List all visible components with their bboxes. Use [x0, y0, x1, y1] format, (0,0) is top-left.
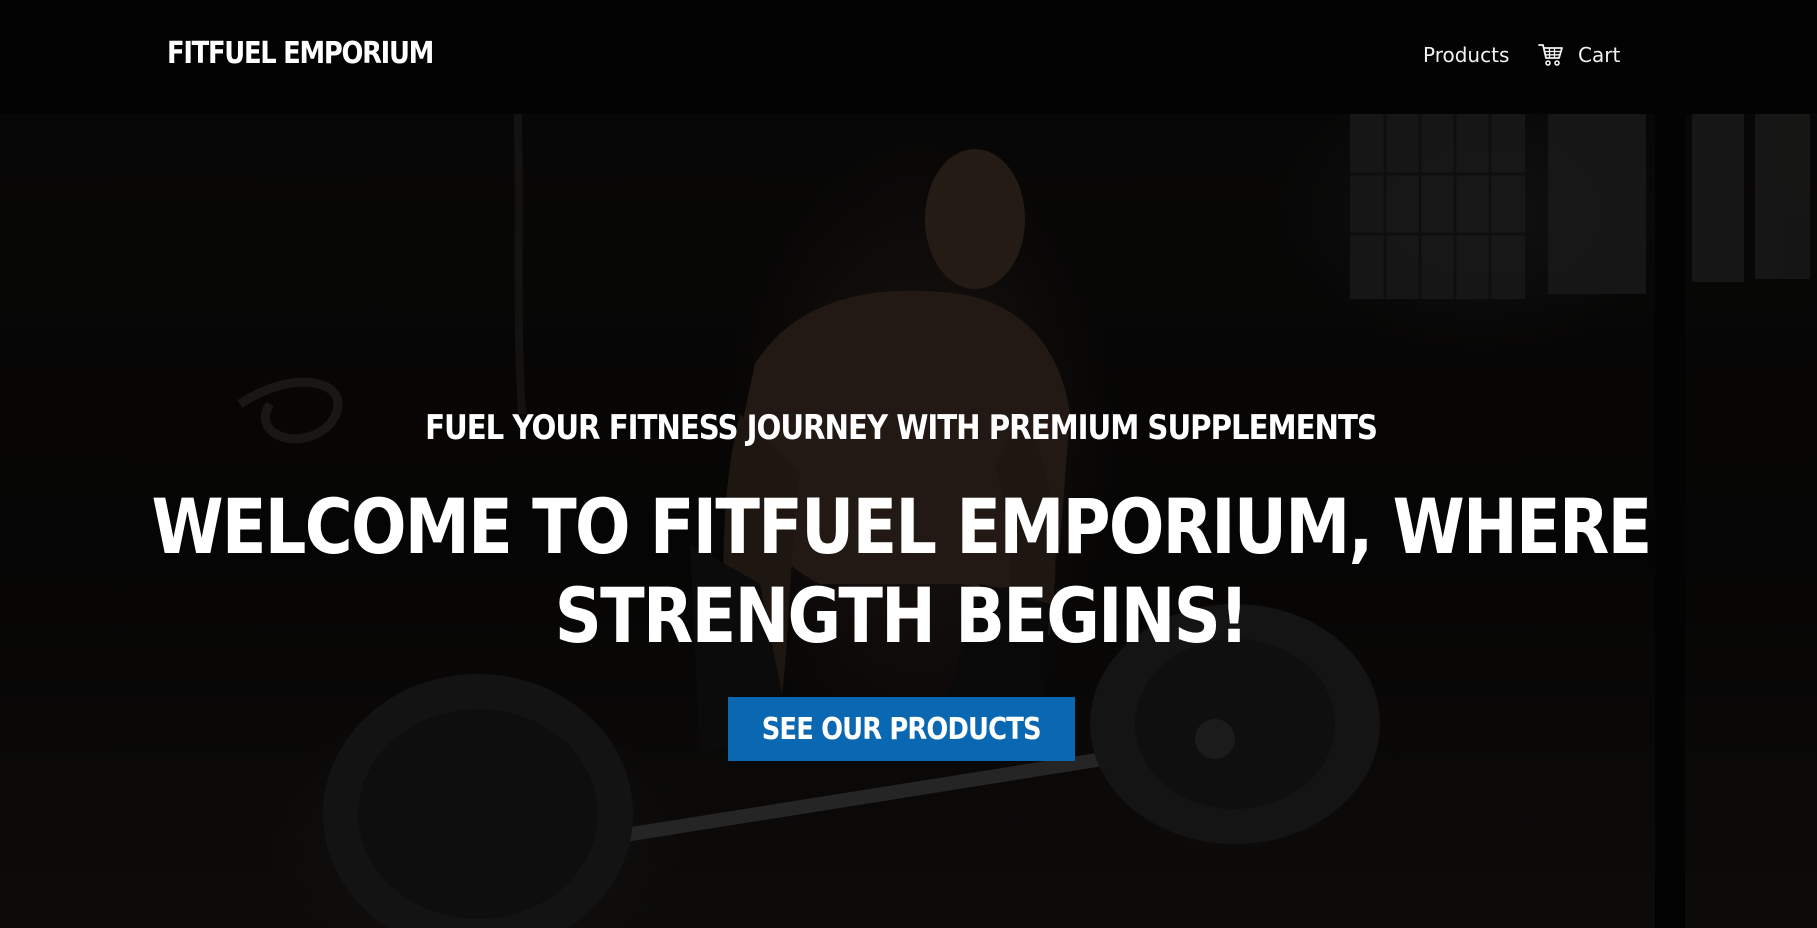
shopping-cart-icon: [1538, 44, 1563, 66]
hero-subtitle: FUEL YOUR FITNESS JOURNEY WITH PREMIUM S…: [425, 408, 1378, 448]
top-navigation-bar: FITFUEL EMPORIUM Products Cart: [0, 0, 1817, 114]
see-our-products-label: SEE OUR PRODUCTS: [762, 711, 1042, 747]
nav-link-products[interactable]: Products: [1423, 38, 1509, 72]
see-our-products-button[interactable]: SEE OUR PRODUCTS: [728, 697, 1075, 761]
hero-section: FUEL YOUR FITNESS JOURNEY WITH PREMIUM S…: [0, 114, 1817, 928]
site-logo[interactable]: FITFUEL EMPORIUM: [167, 34, 434, 74]
hero-headline: WELCOME TO FITFUEL EMPORIUM, WHERE STREN…: [126, 482, 1676, 660]
hero-headline-line-2: STRENGTH BEGINS!: [554, 571, 1249, 660]
nav-link-cart[interactable]: Cart: [1538, 38, 1620, 72]
hero-content: FUEL YOUR FITNESS JOURNEY WITH PREMIUM S…: [0, 114, 1817, 928]
nav-cart-label: Cart: [1578, 43, 1621, 67]
hero-headline-line-1: WELCOME TO FITFUEL EMPORIUM, WHERE: [151, 482, 1652, 571]
